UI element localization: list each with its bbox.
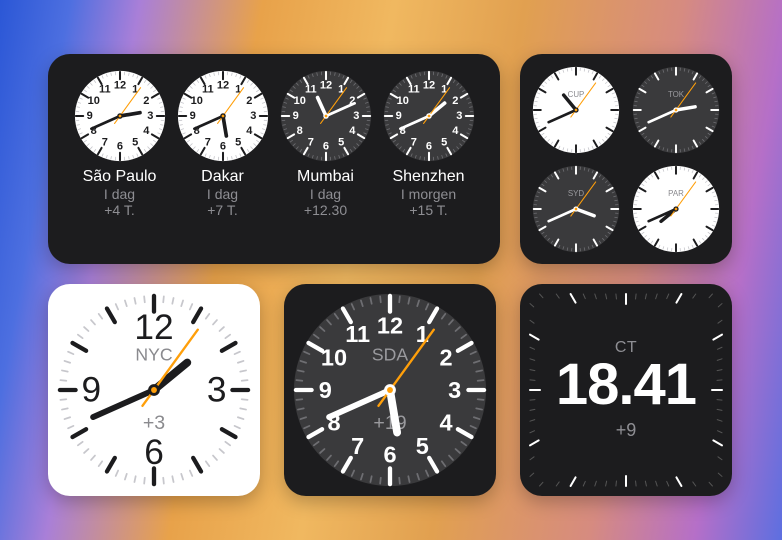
world-clock-item: 121234567891011 Dakar I dag +7 T. — [171, 70, 274, 252]
svg-text:7: 7 — [204, 136, 210, 148]
svg-text:12: 12 — [422, 80, 434, 92]
svg-text:11: 11 — [345, 321, 370, 347]
offset-label: +12.30 — [304, 202, 347, 218]
svg-text:SDA: SDA — [372, 345, 408, 365]
city-label: Mumbai — [297, 168, 354, 186]
svg-text:6: 6 — [219, 140, 225, 152]
svg-text:4: 4 — [349, 125, 356, 137]
clock-face: 121234567891011 — [74, 70, 166, 162]
day-label: I morgen — [401, 186, 456, 202]
svg-text:3: 3 — [250, 110, 256, 122]
offset-label: +15 T. — [409, 202, 447, 218]
svg-text:TOK: TOK — [668, 89, 685, 98]
svg-text:9: 9 — [86, 110, 92, 122]
svg-text:4: 4 — [452, 125, 459, 137]
svg-text:NYC: NYC — [135, 345, 172, 365]
svg-text:9: 9 — [189, 110, 195, 122]
svg-text:3: 3 — [207, 371, 227, 410]
svg-text:12: 12 — [134, 308, 173, 347]
svg-text:6: 6 — [144, 433, 164, 472]
large-clock-widget-light[interactable]: 12 3 6 9 NYC +3 — [48, 284, 260, 496]
svg-text:6: 6 — [425, 140, 431, 152]
svg-text:4: 4 — [246, 125, 253, 137]
svg-text:12: 12 — [216, 80, 228, 92]
svg-text:12: 12 — [377, 312, 403, 338]
svg-text:7: 7 — [101, 136, 107, 148]
svg-text:2: 2 — [452, 95, 458, 107]
svg-text:5: 5 — [338, 136, 344, 148]
svg-text:5: 5 — [235, 136, 241, 148]
clock-face: 121234567891011 — [177, 70, 269, 162]
svg-text:11: 11 — [98, 84, 110, 96]
svg-text:10: 10 — [396, 95, 408, 107]
clock-face: CUP — [532, 66, 620, 154]
svg-text:3: 3 — [448, 377, 461, 403]
clock-face: 121234567891011SDA+19 — [292, 292, 488, 488]
svg-text:4: 4 — [143, 125, 150, 137]
svg-text:7: 7 — [410, 136, 416, 148]
tick-ring-icon — [520, 284, 732, 496]
svg-text:10: 10 — [87, 95, 99, 107]
svg-text:1: 1 — [132, 84, 138, 96]
svg-text:7: 7 — [307, 136, 313, 148]
svg-text:PAR: PAR — [668, 188, 684, 197]
clock-face: 12 3 6 9 NYC +3 — [56, 292, 252, 488]
large-clock-widget-dark[interactable]: 121234567891011SDA+19 — [284, 284, 496, 496]
day-label: I dag — [310, 186, 341, 202]
clock-face: 121234567891011 — [383, 70, 475, 162]
world-clocks-widget[interactable]: 121234567891011 São Paulo I dag +4 T. 12… — [48, 54, 500, 264]
svg-text:1: 1 — [235, 84, 241, 96]
day-label: I dag — [104, 186, 135, 202]
offset-label: +4 T. — [104, 202, 135, 218]
svg-text:10: 10 — [190, 95, 202, 107]
svg-text:4: 4 — [439, 409, 452, 435]
svg-text:3: 3 — [353, 110, 359, 122]
svg-text:9: 9 — [81, 371, 101, 410]
city-grid-widget[interactable]: CUP TOK SYD PAR — [520, 54, 732, 264]
svg-text:10: 10 — [293, 95, 305, 107]
svg-text:SYD: SYD — [568, 188, 585, 197]
svg-text:9: 9 — [319, 377, 332, 403]
svg-text:2: 2 — [246, 95, 252, 107]
svg-text:2: 2 — [143, 95, 149, 107]
svg-text:7: 7 — [351, 433, 364, 459]
svg-text:12: 12 — [113, 80, 125, 92]
svg-text:11: 11 — [201, 84, 213, 96]
svg-text:11: 11 — [304, 84, 316, 96]
svg-text:2: 2 — [439, 345, 452, 371]
offset-label: +7 T. — [207, 202, 238, 218]
svg-text:5: 5 — [416, 433, 429, 459]
svg-text:1: 1 — [416, 321, 429, 347]
svg-text:8: 8 — [296, 125, 302, 137]
city-label: Dakar — [201, 168, 244, 186]
svg-text:6: 6 — [322, 140, 328, 152]
svg-text:12: 12 — [319, 80, 331, 92]
clock-face: 121234567891011 — [280, 70, 372, 162]
svg-text:11: 11 — [407, 84, 419, 96]
svg-text:3: 3 — [147, 110, 153, 122]
svg-text:6: 6 — [383, 442, 396, 468]
svg-text:3: 3 — [456, 110, 462, 122]
svg-text:9: 9 — [292, 110, 298, 122]
clock-face: TOK — [632, 66, 720, 154]
world-clock-item: 121234567891011 Shenzhen I morgen +15 T. — [377, 70, 480, 252]
svg-text:CUP: CUP — [568, 89, 585, 98]
svg-text:1: 1 — [441, 84, 447, 96]
clock-face: SYD — [532, 165, 620, 253]
svg-text:9: 9 — [395, 110, 401, 122]
city-label: São Paulo — [83, 168, 157, 186]
svg-text:+3: +3 — [143, 412, 165, 434]
svg-text:6: 6 — [116, 140, 122, 152]
clock-face: PAR — [632, 165, 720, 253]
svg-text:1: 1 — [338, 84, 344, 96]
city-label: Shenzhen — [392, 168, 464, 186]
world-clock-item: 121234567891011 São Paulo I dag +4 T. — [68, 70, 171, 252]
svg-text:5: 5 — [132, 136, 138, 148]
svg-text:10: 10 — [321, 345, 347, 371]
svg-text:5: 5 — [441, 136, 447, 148]
digital-clock-widget[interactable]: CT 18.41 +9 — [520, 284, 732, 496]
day-label: I dag — [207, 186, 238, 202]
svg-text:+19: +19 — [373, 412, 406, 434]
world-clock-item: 121234567891011 Mumbai I dag +12.30 — [274, 70, 377, 252]
